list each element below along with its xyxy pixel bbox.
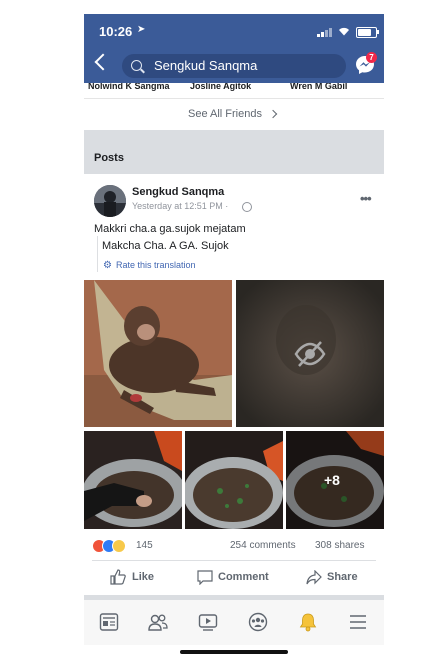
comment-label: Comment bbox=[218, 571, 269, 583]
search-input[interactable]: Sengkud Sanqma bbox=[122, 54, 346, 78]
battery-icon bbox=[356, 27, 377, 38]
reaction-count[interactable]: 145 bbox=[136, 540, 153, 551]
posts-section-label: Posts bbox=[94, 152, 124, 164]
see-all-friends-button[interactable]: See All Friends bbox=[84, 98, 384, 129]
post-photo[interactable] bbox=[84, 280, 232, 427]
post-author-name[interactable]: Sengkud Sanqma bbox=[132, 186, 224, 198]
see-all-friends-label: See All Friends bbox=[188, 108, 262, 120]
messenger-badge: 7 bbox=[366, 52, 377, 63]
post-text: Makkri cha.a ga.sujok mejatam bbox=[94, 223, 246, 235]
wifi-icon bbox=[339, 27, 349, 36]
location-arrow-icon: ➤ bbox=[137, 24, 146, 35]
hidden-eye-icon bbox=[294, 341, 326, 367]
friends-name-row: Nolwind K Sangma Josline Agitok Wren M G… bbox=[84, 83, 384, 95]
gear-icon: ⚙ bbox=[103, 260, 112, 271]
chevron-right-icon bbox=[268, 109, 278, 119]
friend-name[interactable]: Josline Agitok bbox=[190, 83, 251, 91]
avatar[interactable] bbox=[94, 185, 126, 217]
globe-icon bbox=[242, 202, 252, 212]
shares-count[interactable]: 308 shares bbox=[315, 540, 364, 551]
more-photos-count: +8 bbox=[324, 472, 340, 488]
posts-section-header: Posts bbox=[84, 130, 384, 174]
battery-nub bbox=[377, 30, 379, 34]
rate-translation-link[interactable]: Rate this translation bbox=[116, 260, 196, 270]
menu-icon[interactable] bbox=[348, 612, 368, 632]
back-icon[interactable] bbox=[94, 53, 112, 71]
share-button[interactable]: Share bbox=[306, 569, 366, 587]
status-time: 10:26 bbox=[99, 24, 133, 39]
divider bbox=[92, 560, 376, 561]
like-label: Like bbox=[132, 571, 155, 583]
friend-name[interactable]: Wren M Gabil bbox=[290, 83, 347, 91]
thumbs-up-icon bbox=[110, 569, 126, 585]
post-translation: Makcha Cha. A GA. Sujok bbox=[102, 240, 229, 252]
signal-icon bbox=[317, 27, 333, 37]
reaction-icons[interactable] bbox=[92, 539, 132, 553]
post-timestamp[interactable]: Yesterday at 12:51 PM · bbox=[132, 201, 228, 211]
share-icon bbox=[306, 570, 322, 585]
translation-divider bbox=[97, 236, 98, 272]
comment-button[interactable]: Comment bbox=[197, 569, 277, 587]
home-indicator[interactable] bbox=[180, 650, 288, 654]
post-photo[interactable] bbox=[185, 431, 283, 529]
sad-reaction-icon bbox=[112, 539, 126, 553]
post-photo[interactable] bbox=[84, 431, 182, 529]
share-label: Share bbox=[327, 571, 358, 583]
groups-icon[interactable] bbox=[248, 612, 268, 632]
search-text: Sengkud Sanqma bbox=[154, 58, 258, 73]
more-options-icon[interactable]: ••• bbox=[360, 191, 372, 206]
friends-icon[interactable] bbox=[148, 612, 168, 632]
like-button[interactable]: Like bbox=[110, 569, 170, 587]
comments-count[interactable]: 254 comments bbox=[230, 540, 296, 551]
friend-name[interactable]: Nolwind K Sangma bbox=[88, 83, 170, 91]
news-feed-icon[interactable] bbox=[99, 612, 119, 632]
watch-icon[interactable] bbox=[198, 612, 218, 632]
app-header: 10:26 ➤ Sengkud Sanqma 7 bbox=[84, 14, 384, 83]
status-bar: 10:26 ➤ bbox=[84, 14, 384, 48]
bottom-tab-bar bbox=[84, 599, 384, 645]
notifications-bell-icon[interactable] bbox=[298, 612, 318, 632]
search-icon bbox=[131, 60, 142, 71]
phone-screen: 10:26 ➤ Sengkud Sanqma 7 Nolwind K Sangm… bbox=[84, 14, 384, 662]
comment-icon bbox=[197, 570, 213, 585]
